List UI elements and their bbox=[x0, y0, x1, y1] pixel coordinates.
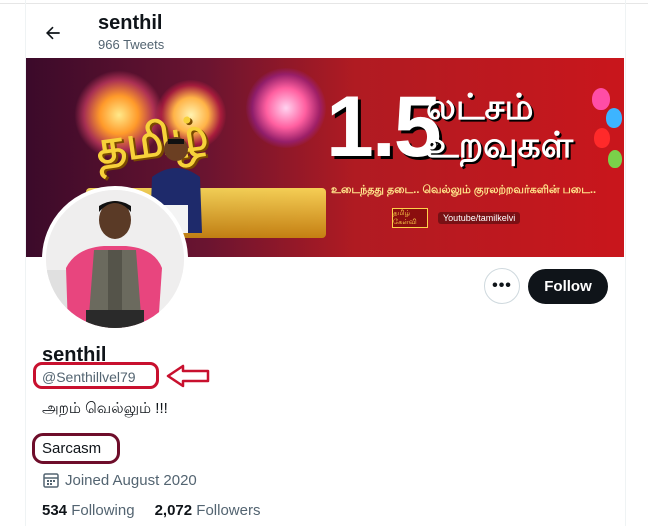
back-button[interactable] bbox=[36, 16, 70, 50]
following-count: 534 bbox=[42, 502, 68, 519]
handle-highlight-annotation bbox=[33, 362, 159, 389]
more-dots-icon: ••• bbox=[492, 277, 512, 294]
follow-button[interactable]: Follow bbox=[528, 269, 608, 304]
balloon-decoration bbox=[608, 150, 622, 168]
joined-text: Joined August 2020 bbox=[65, 471, 197, 489]
followers-count: 2,072 bbox=[154, 502, 193, 519]
avatar[interactable] bbox=[42, 186, 188, 332]
top-divider bbox=[0, 3, 648, 4]
tweet-count: 966 Tweets bbox=[98, 37, 165, 52]
calendar-icon bbox=[43, 473, 59, 488]
joined-date: Joined August 2020 bbox=[42, 471, 197, 489]
more-options-button[interactable]: ••• bbox=[484, 268, 520, 304]
banner-slogan: உடைந்தது தடை.. வெல்லும் குரலற்றவர்களின் … bbox=[331, 184, 597, 196]
firework-decoration bbox=[246, 68, 326, 148]
banner-headline-line2: உறவுகள் bbox=[426, 123, 574, 165]
avatar-person-image bbox=[46, 190, 184, 328]
arrow-left-icon bbox=[46, 26, 60, 40]
followers-link[interactable]: 2,072 Followers bbox=[155, 502, 261, 519]
left-gutter bbox=[0, 0, 26, 526]
label-highlight-annotation bbox=[32, 433, 120, 464]
balloon-decoration bbox=[606, 108, 622, 128]
follow-stats: 534 Following 2,072 Followers bbox=[42, 502, 260, 519]
banner-headline: லட்சம் உறவுகள் bbox=[426, 88, 573, 164]
following-link[interactable]: 534 Following bbox=[42, 502, 135, 519]
balloon-decoration bbox=[592, 88, 610, 110]
banner-big-number: 1.5 bbox=[326, 79, 442, 175]
profile-bio: அறம் வெல்லும் !!! bbox=[42, 400, 168, 417]
balloon-decoration bbox=[594, 128, 610, 148]
banner-logo: தமிழ் கேள்வி bbox=[392, 208, 428, 228]
following-label: Following bbox=[71, 502, 135, 519]
outline-arrow-left-icon bbox=[166, 364, 210, 388]
followers-label: Followers bbox=[196, 502, 261, 519]
header-title: senthil bbox=[98, 12, 163, 34]
banner-youtube-handle: Youtube/tamilkelvi bbox=[438, 212, 521, 224]
banner-headline-line1: லட்சம் bbox=[426, 86, 534, 127]
column-border-right bbox=[625, 0, 626, 526]
